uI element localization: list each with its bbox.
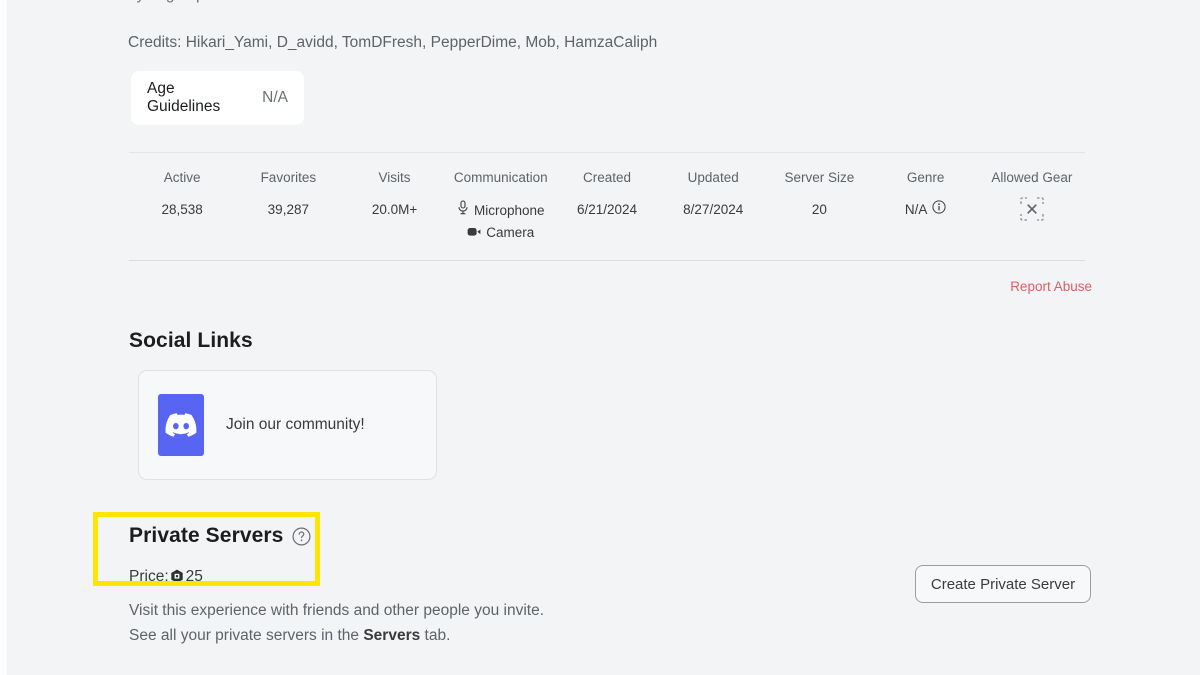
stat-server-size: Server Size 20 xyxy=(766,169,872,242)
private-servers-description: Visit this experience with friends and o… xyxy=(129,598,544,648)
communication-camera-label: Camera xyxy=(486,223,534,242)
experience-stats-strip: Active 28,538 Favorites 39,287 Visits 20… xyxy=(129,152,1085,261)
stat-visits: Visits 20.0M+ xyxy=(341,169,447,242)
stat-label: Created xyxy=(554,169,660,187)
servers-tab-link[interactable]: Servers xyxy=(363,627,420,644)
cutoff-top-line: by ... g ... p xyxy=(128,0,848,6)
social-link-card-discord[interactable]: Join our community! xyxy=(138,370,437,480)
age-guidelines-label: Age Guidelines xyxy=(147,80,251,116)
stat-label: Communication xyxy=(448,169,554,187)
age-guidelines-card[interactable]: Age Guidelines N/A xyxy=(131,71,304,125)
private-server-price: Price: 25 xyxy=(129,566,203,587)
social-links-title-text: Social Links xyxy=(129,329,253,352)
stat-value: 20 xyxy=(766,200,872,219)
credits-text: Credits: Hikari_Yami, D_avidd, TomDFresh… xyxy=(128,34,657,51)
description-text-before: See all your private servers in the xyxy=(129,627,363,644)
communication-camera: Camera xyxy=(448,223,554,242)
communication-microphone: Microphone xyxy=(448,200,554,220)
price-label: Price: xyxy=(129,566,169,587)
stat-value: 8/27/2024 xyxy=(660,200,766,219)
stat-active: Active 28,538 xyxy=(129,169,235,242)
stat-label: Server Size xyxy=(766,169,872,187)
discord-icon xyxy=(158,394,204,456)
no-gear-allowed-icon xyxy=(1019,196,1045,227)
private-servers-title: Private Servers xyxy=(129,524,311,548)
stat-favorites: Favorites 39,287 xyxy=(235,169,341,242)
stat-communication: Communication Microphone xyxy=(448,169,554,242)
stat-value: 39,287 xyxy=(235,200,341,219)
private-servers-description-line1: Visit this experience with friends and o… xyxy=(129,598,544,623)
report-abuse-link[interactable]: Report Abuse xyxy=(1010,279,1092,294)
stat-value: 28,538 xyxy=(129,200,235,219)
page-left-edge xyxy=(0,0,7,675)
social-links-title: Social Links xyxy=(129,329,253,353)
experience-details-page: by ... g ... p Credits: Hikari_Yami, D_a… xyxy=(0,0,1200,675)
stat-label: Favorites xyxy=(235,169,341,187)
private-servers-title-text: Private Servers xyxy=(129,524,283,548)
info-icon[interactable] xyxy=(932,200,946,219)
private-servers-description-line2: See all your private servers in the Serv… xyxy=(129,623,544,648)
stat-value-group: N/A xyxy=(873,200,979,219)
help-icon[interactable] xyxy=(292,527,311,546)
price-value: 25 xyxy=(186,566,203,587)
stat-genre: Genre N/A xyxy=(873,169,979,242)
social-link-label: Join our community! xyxy=(226,416,365,434)
stat-value: 20.0M+ xyxy=(341,200,447,219)
cutoff-text: by ... g ... p xyxy=(128,0,205,3)
communication-microphone-label: Microphone xyxy=(474,201,545,220)
stat-value-group: Microphone Camera xyxy=(448,200,554,242)
credits-line: Credits: Hikari_Yami, D_avidd, TomDFresh… xyxy=(128,32,657,53)
stat-label: Updated xyxy=(660,169,766,187)
microphone-icon xyxy=(457,200,469,220)
stat-label: Active xyxy=(129,169,235,187)
stat-label: Allowed Gear xyxy=(979,169,1085,187)
stat-allowed-gear: Allowed Gear xyxy=(979,169,1085,242)
stat-label: Genre xyxy=(873,169,979,187)
stat-label: Visits xyxy=(341,169,447,187)
stat-value: 6/21/2024 xyxy=(554,200,660,219)
description-text-after: tab. xyxy=(420,627,450,644)
camera-icon xyxy=(467,223,481,242)
stat-value: N/A xyxy=(905,200,928,219)
genre-value-wrap: N/A xyxy=(905,200,947,219)
report-abuse-label: Report Abuse xyxy=(1010,279,1092,294)
robux-icon xyxy=(170,569,184,584)
stat-created: Created 6/21/2024 xyxy=(554,169,660,242)
stat-updated: Updated 8/27/2024 xyxy=(660,169,766,242)
stat-value-group xyxy=(979,196,1085,227)
create-private-server-button[interactable]: Create Private Server xyxy=(915,565,1091,603)
age-guidelines-value: N/A xyxy=(262,89,288,107)
